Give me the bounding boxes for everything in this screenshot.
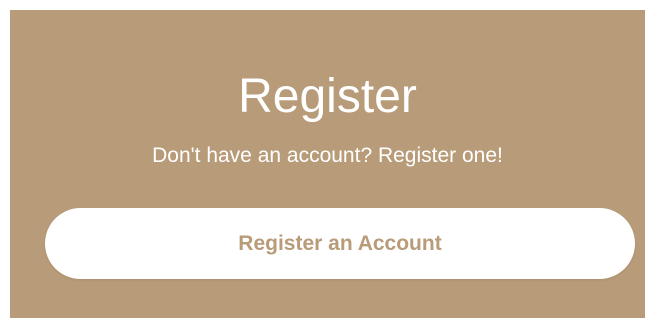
register-account-button[interactable]: Register an Account (45, 208, 635, 279)
register-title: Register (238, 70, 417, 123)
register-subtitle: Don't have an account? Register one! (152, 144, 503, 167)
register-panel: Register Don't have an account? Register… (10, 10, 645, 318)
